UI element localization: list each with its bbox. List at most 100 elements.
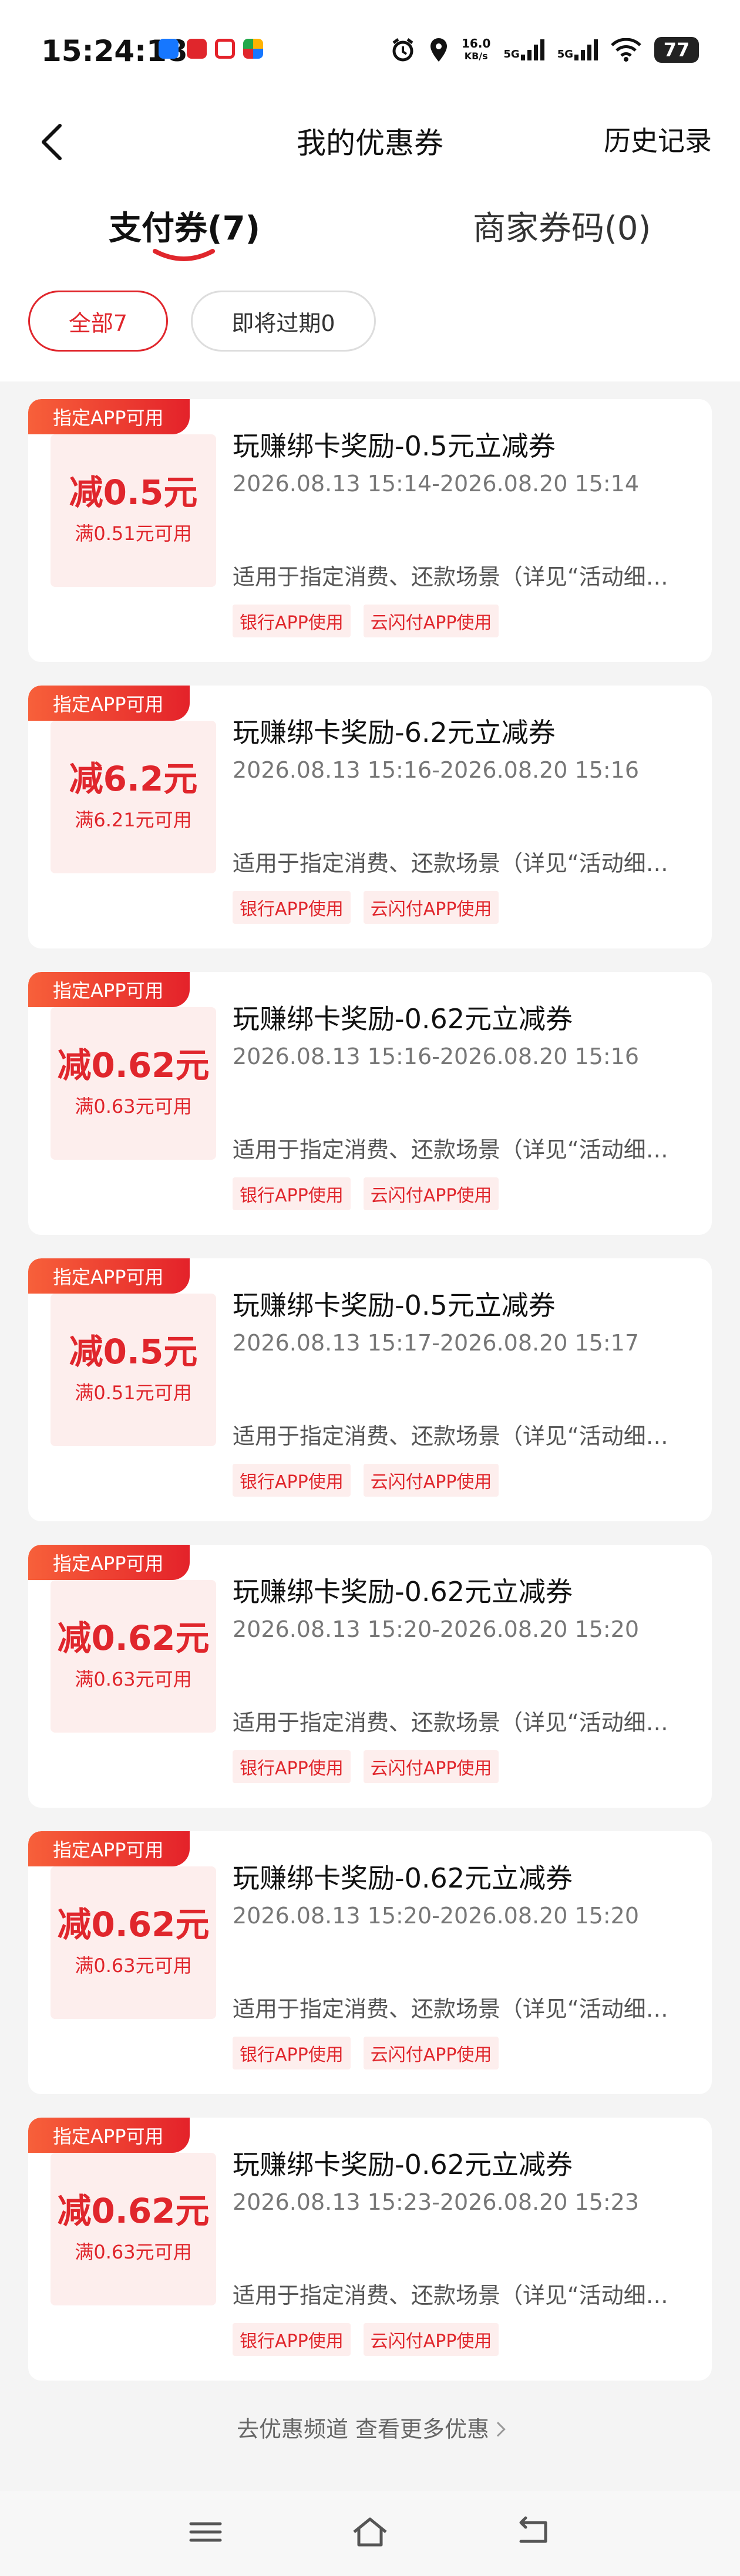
coupon-description: 适用于指定消费、还款场景（详见“活动细… <box>233 1137 668 1163</box>
coupon-amount: 减0.62元 <box>57 1618 210 1658</box>
coupon-tag: 云闪付APP使用 <box>363 1750 499 1783</box>
tab-payment-coupons[interactable]: 支付券(7) <box>109 202 260 249</box>
coupon-amount-box: 减0.62元 满0.63元可用 <box>51 2153 216 2305</box>
coupon-badge: 指定APP可用 <box>28 399 190 434</box>
coupon-validity: 2026.08.13 15:23-2026.08.20 15:23 <box>233 2189 640 2215</box>
wifi-icon <box>611 38 641 62</box>
coupon-card[interactable]: 指定APP可用 减0.5元 满0.51元可用 玩赚绑卡奖励-0.5元立减券 20… <box>28 399 712 662</box>
status-bar: 15:24:18 16.0 KB/s 5G 5G 77 <box>0 0 740 100</box>
coupon-tag: 云闪付APP使用 <box>363 605 499 637</box>
battery-indicator: 77 <box>654 37 699 63</box>
alarm-icon <box>392 38 413 62</box>
coupon-card[interactable]: 指定APP可用 减0.62元 满0.63元可用 玩赚绑卡奖励-0.62元立减券 … <box>28 1831 712 2094</box>
coupon-card[interactable]: 指定APP可用 减6.2元 满6.21元可用 玩赚绑卡奖励-6.2元立减券 20… <box>28 686 712 948</box>
coupon-amount-box: 减0.62元 满0.63元可用 <box>51 1007 216 1160</box>
coupon-tags: 银行APP使用 云闪付APP使用 <box>233 891 499 924</box>
signal-icon <box>520 39 544 60</box>
coupon-name: 玩赚绑卡奖励-0.62元立减券 <box>233 1003 573 1035</box>
coupon-page: 15:24:18 16.0 KB/s 5G 5G 77 我的优惠券 历史记录 支… <box>0 0 740 2576</box>
coupon-tag: 银行APP使用 <box>233 2037 351 2069</box>
coupon-card[interactable]: 指定APP可用 减0.62元 满0.63元可用 玩赚绑卡奖励-0.62元立减券 … <box>28 1545 712 1808</box>
coupon-amount-box: 减0.5元 满0.51元可用 <box>51 1294 216 1446</box>
coupon-tags: 银行APP使用 云闪付APP使用 <box>233 605 499 637</box>
history-button[interactable]: 历史记录 <box>604 120 712 158</box>
coupon-threshold: 满0.63元可用 <box>75 1954 192 1977</box>
coupon-threshold: 满6.21元可用 <box>75 809 192 831</box>
network-speed-unit: KB/s <box>464 50 488 62</box>
coupon-name: 玩赚绑卡奖励-6.2元立减券 <box>233 717 556 748</box>
menu-icon[interactable] <box>185 2514 226 2550</box>
app-notification-icon <box>187 39 207 59</box>
coupon-badge: 指定APP可用 <box>28 1545 190 1580</box>
coupon-badge: 指定APP可用 <box>28 972 190 1007</box>
filter-expiring-chip[interactable]: 即将过期0 <box>191 291 376 352</box>
coupon-tag: 银行APP使用 <box>233 891 351 924</box>
app-notification-icon <box>215 39 235 59</box>
system-nav-bar <box>0 2491 740 2576</box>
coupon-tag: 银行APP使用 <box>233 1177 351 1210</box>
chevron-right-icon <box>490 2422 506 2437</box>
back-icon[interactable] <box>514 2514 555 2550</box>
more-coupons-link[interactable]: 去优惠频道 查看更多优惠 <box>0 2411 740 2443</box>
coupon-amount: 减0.5元 <box>69 1332 198 1372</box>
coupon-amount-box: 减0.62元 满0.63元可用 <box>51 1866 216 2019</box>
coupon-threshold: 满0.51元可用 <box>75 1382 192 1404</box>
tab-merchant-codes[interactable]: 商家券码(0) <box>473 202 651 249</box>
network-speed-value: 16.0 <box>462 36 491 50</box>
coupon-amount: 减0.62元 <box>57 1045 210 1085</box>
signal-sim1: 5G <box>503 39 544 60</box>
coupon-amount: 减0.5元 <box>69 472 198 512</box>
coupon-tag: 银行APP使用 <box>233 2323 351 2356</box>
coupon-validity: 2026.08.13 15:14-2026.08.20 15:14 <box>233 471 640 497</box>
coupon-name: 玩赚绑卡奖励-0.62元立减券 <box>233 1862 573 1894</box>
coupon-tag: 云闪付APP使用 <box>363 2037 499 2069</box>
coupon-badge: 指定APP可用 <box>28 1831 190 1866</box>
coupon-tags: 银行APP使用 云闪付APP使用 <box>233 1464 499 1497</box>
coupon-tags: 银行APP使用 云闪付APP使用 <box>233 1750 499 1783</box>
coupon-amount-box: 减0.5元 满0.51元可用 <box>51 434 216 587</box>
coupon-card[interactable]: 指定APP可用 减0.62元 满0.63元可用 玩赚绑卡奖励-0.62元立减券 … <box>28 972 712 1235</box>
coupon-tabs: 支付券(7) 商家券码(0) <box>0 188 740 282</box>
location-icon <box>430 38 448 62</box>
coupon-tag: 云闪付APP使用 <box>363 1464 499 1497</box>
app-notification-icon <box>243 39 263 59</box>
coupon-validity: 2026.08.13 15:17-2026.08.20 15:17 <box>233 1330 640 1356</box>
coupon-description: 适用于指定消费、还款场景（详见“活动细… <box>233 1710 668 1736</box>
coupon-tag: 银行APP使用 <box>233 1750 351 1783</box>
network-speed: 16.0 KB/s <box>462 37 490 63</box>
coupon-amount: 减0.62元 <box>57 2191 210 2231</box>
status-indicators: 16.0 KB/s 5G 5G 77 <box>390 34 699 66</box>
coupon-threshold: 满0.63元可用 <box>75 2241 192 2263</box>
coupon-threshold: 满0.51元可用 <box>75 522 192 545</box>
coupon-validity: 2026.08.13 15:16-2026.08.20 15:16 <box>233 757 640 783</box>
coupon-description: 适用于指定消费、还款场景（详见“活动细… <box>233 2283 668 2308</box>
header-bar: 我的优惠券 历史记录 <box>0 100 740 188</box>
coupon-threshold: 满0.63元可用 <box>75 1668 192 1690</box>
coupon-tag: 银行APP使用 <box>233 605 351 637</box>
coupon-tags: 银行APP使用 云闪付APP使用 <box>233 2323 499 2356</box>
notification-icons <box>159 39 263 59</box>
signal-sim2: 5G <box>557 39 598 60</box>
filter-all-chip[interactable]: 全部7 <box>28 291 168 352</box>
coupon-card[interactable]: 指定APP可用 减0.62元 满0.63元可用 玩赚绑卡奖励-0.62元立减券 … <box>28 2118 712 2381</box>
coupon-badge: 指定APP可用 <box>28 1258 190 1294</box>
coupon-card[interactable]: 指定APP可用 减0.5元 满0.51元可用 玩赚绑卡奖励-0.5元立减券 20… <box>28 1258 712 1521</box>
coupon-tag: 云闪付APP使用 <box>363 1177 499 1210</box>
more-coupons-label: 去优惠频道 查看更多优惠 <box>236 2416 490 2442</box>
coupon-description: 适用于指定消费、还款场景（详见“活动细… <box>233 564 668 590</box>
coupon-tag: 银行APP使用 <box>233 1464 351 1497</box>
coupon-description: 适用于指定消费、还款场景（详见“活动细… <box>233 1423 668 1449</box>
coupon-amount: 减6.2元 <box>69 759 198 799</box>
coupon-description: 适用于指定消费、还款场景（详见“活动细… <box>233 850 668 876</box>
coupon-tag: 云闪付APP使用 <box>363 891 499 924</box>
coupon-name: 玩赚绑卡奖励-0.62元立减券 <box>233 2149 573 2180</box>
coupon-amount-box: 减0.62元 满0.63元可用 <box>51 1580 216 1733</box>
coupon-tags: 银行APP使用 云闪付APP使用 <box>233 1177 499 1210</box>
coupon-badge: 指定APP可用 <box>28 2118 190 2153</box>
coupon-validity: 2026.08.13 15:16-2026.08.20 15:16 <box>233 1044 640 1069</box>
coupon-name: 玩赚绑卡奖励-0.5元立减券 <box>233 430 556 462</box>
home-icon[interactable] <box>349 2514 391 2550</box>
sim2-label: 5G <box>557 48 573 60</box>
sim1-label: 5G <box>503 48 520 60</box>
coupon-amount-box: 减6.2元 满6.21元可用 <box>51 721 216 873</box>
